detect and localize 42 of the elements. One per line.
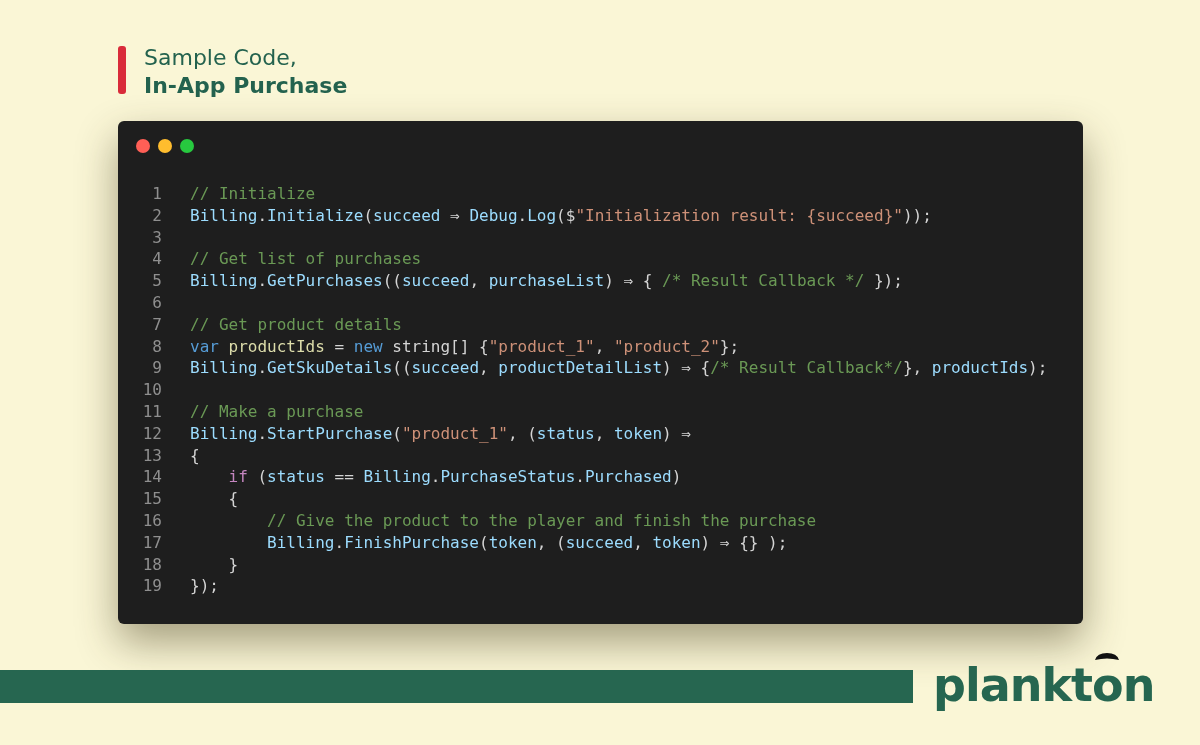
line-number: 18 [141, 553, 162, 576]
line-number: 6 [151, 292, 162, 314]
line-number: 15 [141, 488, 162, 510]
line-number: 4 [151, 248, 162, 271]
line-number: 5 [151, 270, 162, 292]
minimize-dot-icon [158, 139, 172, 153]
code-line: { [227, 488, 239, 510]
subtitle: In-App Purchase [144, 72, 348, 100]
code-line: // Make a purchase [190, 400, 364, 423]
line-number: 7 [151, 313, 162, 336]
code-line: // Give the product to the player and finish the purchase [266, 509, 817, 532]
line-number: 10 [141, 379, 162, 401]
close-dot-icon [136, 139, 150, 153]
line-number: 3 [151, 226, 162, 249]
hat-icon [1094, 652, 1120, 662]
code-line: Billing.FinishPurchase(token, (succeed, token) ⇒ {} ); [266, 531, 788, 554]
code-line: { [190, 444, 200, 467]
line-number: 1 [151, 183, 162, 205]
line-number: 16 [141, 509, 162, 532]
code-line: Billing.StartPurchase("product_1", (status, token) ⇒ [190, 422, 691, 445]
accent-bar [118, 46, 126, 94]
code-line: // Get list of purchases [190, 248, 422, 271]
line-number: 17 [141, 531, 162, 554]
code-line: Billing.GetSkuDetails((succeed, productDetailList) ⇒ {/* Result Callback*/}, productIds); [190, 357, 1048, 380]
code-line: } [227, 553, 239, 576]
line-number: 2 [151, 204, 162, 227]
code-line: // Initialize [190, 183, 316, 205]
line-number: 14 [141, 466, 162, 489]
line-number: 9 [151, 357, 162, 380]
code-line: var productIds = new string[] {"product_1", "product_2"}; [190, 335, 740, 358]
code-line: // Get product details [190, 313, 402, 336]
line-number: 8 [151, 335, 162, 358]
line-number: 19 [141, 575, 162, 598]
code-line: Billing.Initialize(succeed ⇒ Debug.Log($"Initialization result: {succeed}")); [190, 204, 932, 227]
title: Sample Code, [144, 44, 298, 72]
code-line: }); [190, 575, 219, 598]
code-line: Billing.GetPurchases((succeed, purchaseList) ⇒ { /* Result Callback */ }); [190, 270, 903, 292]
maximize-dot-icon [180, 139, 194, 153]
line-number: 13 [141, 444, 162, 467]
line-number: 12 [141, 422, 162, 445]
line-number: 11 [141, 400, 162, 423]
code-line: if (status == Billing.PurchaseStatus.Purchased) [227, 466, 682, 489]
